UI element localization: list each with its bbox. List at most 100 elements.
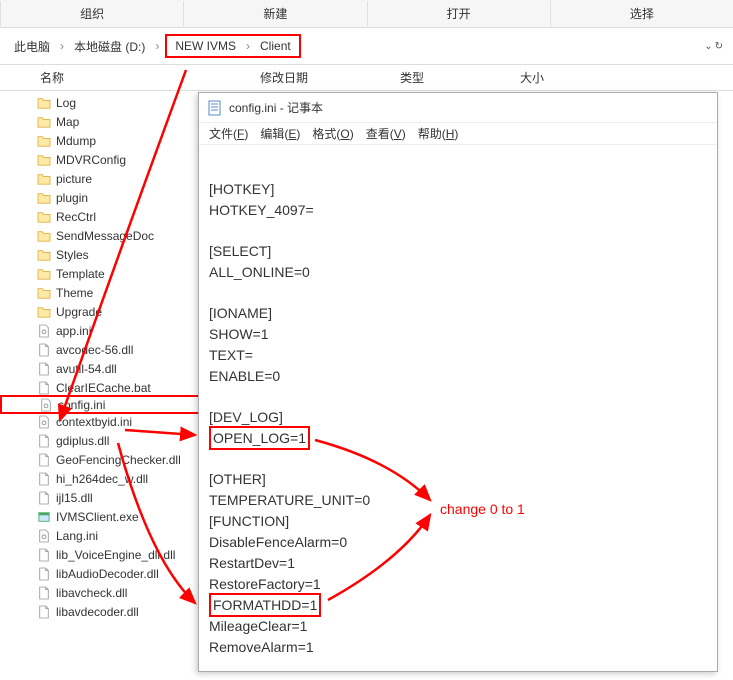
col-size[interactable]: 大小	[520, 69, 600, 86]
col-name[interactable]: 名称	[0, 69, 260, 86]
folder-icon	[36, 247, 52, 263]
file-row[interactable]: app.ini	[0, 321, 200, 340]
file-name: IVMSClient.exe	[56, 510, 139, 524]
file-name: plugin	[56, 191, 88, 205]
toolbar: 组织 新建 打开 选择	[0, 0, 733, 28]
menu-edit[interactable]: 编辑(E)	[260, 125, 300, 142]
folder-icon	[36, 114, 52, 130]
dll-file-icon	[36, 361, 52, 377]
file-row[interactable]: gdiplus.dll	[0, 431, 200, 450]
file-row[interactable]: lib_VoiceEngine_dll.dll	[0, 545, 200, 564]
file-name: Log	[56, 96, 76, 110]
file-row[interactable]: avutil-54.dll	[0, 359, 200, 378]
breadcrumb: 此电脑 › 本地磁盘 (D:) › NEW IVMS › Client ⌄ ↻	[0, 28, 733, 65]
file-row[interactable]: Template	[0, 264, 200, 283]
ini-line: ENABLE=0	[209, 368, 280, 384]
file-row[interactable]: libavdecoder.dll	[0, 602, 200, 621]
folder-icon	[36, 152, 52, 168]
file-name: Styles	[56, 248, 89, 262]
file-name: libavdecoder.dll	[56, 605, 139, 619]
file-row[interactable]: Lang.ini	[0, 526, 200, 545]
file-name: avutil-54.dll	[56, 362, 117, 376]
file-name: app.ini	[56, 324, 91, 338]
file-row[interactable]: Styles	[0, 245, 200, 264]
dll-file-icon	[36, 342, 52, 358]
file-name: ijl15.dll	[56, 491, 93, 505]
toolbar-select[interactable]: 选择	[550, 1, 733, 26]
file-list: Log Map Mdump MDVRConfig picture plugin RecCtr…	[0, 91, 200, 621]
file-row[interactable]: Theme	[0, 283, 200, 302]
dll-file-icon	[36, 604, 52, 620]
breadcrumb-pc[interactable]: 此电脑	[10, 38, 54, 55]
file-row[interactable]: MDVRConfig	[0, 150, 200, 169]
file-name: avcodec-56.dll	[56, 343, 133, 357]
folder-icon	[36, 266, 52, 282]
ini-line: RestartDev=1	[209, 555, 295, 571]
file-row[interactable]: plugin	[0, 188, 200, 207]
ini-line: HOTKEY_4097=	[209, 202, 314, 218]
file-row[interactable]: picture	[0, 169, 200, 188]
file-row[interactable]: SendMessageDoc	[0, 226, 200, 245]
menu-view[interactable]: 查看(V)	[366, 125, 406, 142]
folder-icon	[36, 133, 52, 149]
menu-file[interactable]: 文件(F)	[209, 125, 248, 142]
file-row[interactable]: libAudioDecoder.dll	[0, 564, 200, 583]
file-row[interactable]: RecCtrl	[0, 207, 200, 226]
ini-line: [OTHER]	[209, 471, 266, 487]
file-row[interactable]: ijl15.dll	[0, 488, 200, 507]
file-name: config.ini	[58, 398, 105, 412]
ini-line: RestoreFactory=1	[209, 576, 321, 592]
file-row[interactable]: Mdump	[0, 131, 200, 150]
file-name: Upgrade	[56, 305, 102, 319]
ini-line: [DEV_LOG]	[209, 409, 283, 425]
file-name: libAudioDecoder.dll	[56, 567, 159, 581]
highlight-formathdd: FORMATHDD=1	[209, 593, 321, 617]
notepad-window: config.ini - 记事本 文件(F) 编辑(E) 格式(O) 查看(V)…	[198, 92, 718, 672]
file-row[interactable]: contextbyid.ini	[0, 412, 200, 431]
file-name: picture	[56, 172, 92, 186]
breadcrumb-highlighted-path: NEW IVMS › Client	[165, 34, 300, 58]
col-date[interactable]: 修改日期	[260, 69, 400, 86]
folder-icon	[36, 228, 52, 244]
annotation-change: change 0 to 1	[440, 501, 525, 517]
chevron-right-icon: ›	[149, 39, 165, 53]
file-name: SendMessageDoc	[56, 229, 154, 243]
file-row[interactable]: GeoFencingChecker.dll	[0, 450, 200, 469]
file-name: lib_VoiceEngine_dll.dll	[56, 548, 175, 562]
file-row[interactable]: Log	[0, 93, 200, 112]
notepad-menu: 文件(F) 编辑(E) 格式(O) 查看(V) 帮助(H)	[199, 123, 717, 145]
notepad-titlebar[interactable]: config.ini - 记事本	[199, 93, 717, 123]
ini-line: TEMPERATURE_UNIT=0	[209, 492, 370, 508]
file-row[interactable]: IVMSClient.exe	[0, 507, 200, 526]
col-type[interactable]: 类型	[400, 69, 520, 86]
file-name: Template	[56, 267, 105, 281]
menu-format[interactable]: 格式(O)	[312, 125, 353, 142]
dll-file-icon	[36, 585, 52, 601]
breadcrumb-client[interactable]: Client	[256, 39, 295, 53]
menu-help[interactable]: 帮助(H)	[418, 125, 459, 142]
file-name: gdiplus.dll	[56, 434, 109, 448]
exe-file-icon	[36, 509, 52, 525]
ini-line: SHOW=1	[209, 326, 269, 342]
toolbar-open[interactable]: 打开	[367, 1, 550, 26]
notepad-body[interactable]: [HOTKEY] HOTKEY_4097= [SELECT] ALL_ONLIN…	[199, 145, 717, 668]
dropdown-icon: ⌄	[704, 41, 712, 52]
notepad-icon	[207, 100, 223, 116]
file-row[interactable]: hi_h264dec_w.dll	[0, 469, 200, 488]
file-row[interactable]: libavcheck.dll	[0, 583, 200, 602]
bat-file-icon	[36, 380, 52, 396]
file-name: Map	[56, 115, 79, 129]
highlight-open-log: OPEN_LOG=1	[209, 426, 310, 450]
file-name: MDVRConfig	[56, 153, 126, 167]
file-name: Lang.ini	[56, 529, 98, 543]
breadcrumb-new-ivms[interactable]: NEW IVMS	[171, 39, 240, 53]
file-name: libavcheck.dll	[56, 586, 127, 600]
file-row[interactable]: avcodec-56.dll	[0, 340, 200, 359]
toolbar-organize[interactable]: 组织	[0, 1, 183, 26]
refresh-button[interactable]: ⌄ ↻	[704, 41, 723, 52]
toolbar-new[interactable]: 新建	[183, 1, 366, 26]
file-row[interactable]: Upgrade	[0, 302, 200, 321]
file-name: Mdump	[56, 134, 96, 148]
breadcrumb-drive[interactable]: 本地磁盘 (D:)	[70, 38, 149, 55]
file-row[interactable]: Map	[0, 112, 200, 131]
